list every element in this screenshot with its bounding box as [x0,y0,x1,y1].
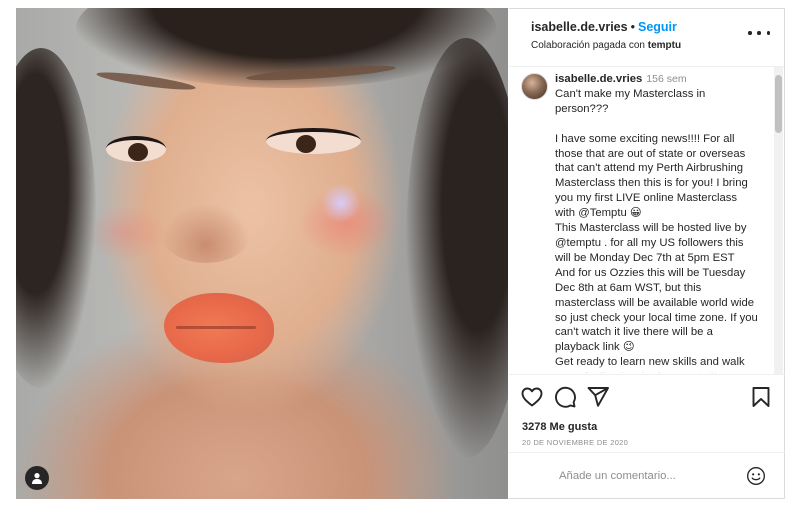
photo-lip-line [176,326,256,329]
paid-partnership-label: Colaboración pagada con [531,40,645,51]
photo-eye-right [266,128,361,154]
partner-link[interactable]: temptu [648,40,681,51]
post-header-line: isabelle.de.vries • Seguir [531,20,677,34]
more-dot [757,31,761,35]
post-actions: 3278 Me gusta 20 DE NOVIEMBRE DE 2020 [509,374,785,452]
caption-username[interactable]: isabelle.de.vries [555,73,642,85]
follow-button[interactable]: Seguir [638,20,677,34]
bookmark-icon[interactable] [749,385,773,409]
photo-nose [161,203,251,263]
separator-dot: • [630,20,635,34]
photo-hair-left [16,48,96,388]
photo-eye-left [106,136,166,162]
author-avatar[interactable] [521,73,548,100]
heart-icon[interactable] [520,385,544,409]
person-icon [32,473,42,484]
caption-text: Can't make my Masterclass in person??? I… [555,87,758,374]
author-username[interactable]: isabelle.de.vries [531,20,628,34]
more-options-icon[interactable] [748,26,770,40]
comment-input[interactable]: Añade un comentario... [559,470,676,482]
photo-iris [296,135,316,153]
smiley-icon[interactable] [746,466,766,486]
comments-fade [509,364,774,374]
scrollbar-thumb[interactable] [775,75,782,133]
tagged-user-icon[interactable] [25,466,49,490]
photo-hair-right [406,38,508,458]
add-comment-bar: Añade un comentario... [509,452,785,500]
post-header: isabelle.de.vries • Seguir Colaboración pa… [509,9,784,67]
paid-partnership: Colaboración pagada con temptu [531,40,681,51]
likes-count[interactable]: 3278 Me gusta [522,421,597,433]
post-date[interactable]: 20 DE NOVIEMBRE DE 2020 [522,438,628,447]
share-icon[interactable] [586,385,610,409]
photo-iris [128,143,148,161]
comment-icon[interactable] [553,385,577,409]
post-photo[interactable] [16,8,508,499]
comments-scrollbar[interactable] [774,67,783,374]
photo-highlight [321,183,361,223]
more-dot [748,31,752,35]
caption: isabelle.de.vries 156 sem Can't make my M… [555,72,760,374]
post-details-panel: isabelle.de.vries • Seguir Colaboración pa… [509,8,785,499]
more-dot [766,31,770,35]
caption-time[interactable]: 156 sem [646,73,686,85]
comments-section[interactable]: isabelle.de.vries 156 sem Can't make my M… [509,67,785,374]
